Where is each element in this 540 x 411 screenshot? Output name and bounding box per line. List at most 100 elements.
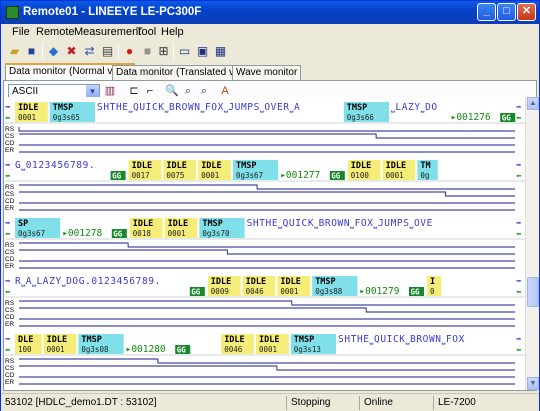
tx-data-text: SHTHE⎵QUICK⎵BROWN⎵FOX⎵JUMPS⎵OVER⎵A <box>97 102 300 113</box>
tmsp-value: 0g3s67 <box>18 229 45 238</box>
open-folder-icon[interactable]: ▰ <box>7 44 22 59</box>
tmsp-value: 0g3s13 <box>294 345 321 354</box>
scroll-thumb[interactable] <box>527 277 539 307</box>
close-button[interactable]: ✕ <box>517 3 536 21</box>
title-bar[interactable]: Remote01 - LINEEYE LE-PC300F _ □ ✕ <box>1 1 539 24</box>
stop-icon[interactable]: ■ <box>140 44 155 59</box>
record-icon[interactable]: ● <box>122 44 137 59</box>
tmsp-label: SP <box>18 219 28 229</box>
signal-line <box>19 249 515 255</box>
rx-arrow-icon: ⬅ <box>516 288 522 298</box>
signal-label-cd: CD <box>5 198 15 205</box>
signal-label-rs: RS <box>5 184 15 191</box>
idle-value: 0017 <box>132 171 150 180</box>
transfer-icon[interactable]: ⇄ <box>82 44 97 59</box>
idle-value: 0075 <box>166 171 184 180</box>
tx-arrow-icon: ➡ <box>516 161 522 171</box>
tx-arrow-icon: ➡ <box>516 219 522 229</box>
signal-line <box>19 242 515 248</box>
signal-label-cs: CS <box>5 307 15 314</box>
tx-data-text: ⎵LAZY⎵DO <box>391 102 438 113</box>
download-icon[interactable]: ▤ <box>100 44 115 59</box>
idle-label: IDLE <box>351 161 371 171</box>
signal-line <box>19 300 515 306</box>
toolbar: ▰ ■ ◆ ✖ ⇄ ▤ ● ■ ⊞ ▭ ▣ ▦ <box>1 42 539 62</box>
idle-value: 0001 <box>259 345 277 354</box>
idle-label: IDLE <box>211 277 231 287</box>
signal-label-cd: CD <box>5 314 15 321</box>
menu-tool[interactable]: Tool <box>136 26 156 38</box>
signal-label-er: ER <box>5 205 14 212</box>
signal-label-cs: CS <box>5 133 15 140</box>
signal-label-er: ER <box>5 321 14 328</box>
signal-label-er: ER <box>5 379 14 386</box>
rx-arrow-icon: ⬅ <box>516 172 522 182</box>
connect-icon[interactable]: ◆ <box>46 44 61 59</box>
menu-remote[interactable]: Remote <box>36 26 75 38</box>
tmsp-value: 0g3s65 <box>53 113 80 122</box>
disconnect-icon[interactable]: ✖ <box>64 44 79 59</box>
idle-value: 100 <box>18 345 32 354</box>
signal-label-rs: RS <box>5 300 15 307</box>
idle-label: IDLE <box>168 219 188 229</box>
status-model: LE-7200 <box>433 396 537 410</box>
tmsp-label: TMSP <box>236 161 256 171</box>
signal-label-cd: CD <box>5 140 15 147</box>
scroll-down-icon[interactable]: ▼ <box>527 377 539 390</box>
tmsp-label: TMSP <box>202 219 222 229</box>
maximize-button[interactable]: □ <box>497 3 516 21</box>
tmsp-value: 0g3s66 <box>347 113 375 122</box>
vertical-scrollbar[interactable]: ▲ ▼ <box>525 97 539 390</box>
status-connection: Online <box>359 396 429 410</box>
fcs-label: GG <box>411 288 421 297</box>
signal-label-er: ER <box>5 147 14 154</box>
frame-number: ▸001278 <box>62 228 102 239</box>
save-icon[interactable]: ■ <box>24 44 39 59</box>
tmsp-label: TMSP <box>294 335 314 345</box>
frame-number: ▸001276 <box>451 112 491 123</box>
signal-label-rs: RS <box>5 358 15 365</box>
signal-line <box>18 127 515 132</box>
signal-label-cd: CD <box>5 372 15 379</box>
fcs-label: GG <box>112 172 122 181</box>
monitor-view-icon[interactable]: ▭ <box>177 44 192 59</box>
idle-value: 0100 <box>351 171 370 180</box>
signal-label-cs: CS <box>5 365 15 372</box>
status-state: Stopping <box>286 396 356 410</box>
frame-number: ▸001279 <box>359 286 399 297</box>
signal-line <box>19 191 515 197</box>
statistics-icon[interactable]: ▦ <box>213 44 228 59</box>
idle-label: IDLE <box>133 219 153 229</box>
menu-help[interactable]: Help <box>161 26 184 38</box>
signal-label-er: ER <box>5 263 14 270</box>
tmsp-value: 0g3s88 <box>315 287 343 296</box>
menu-file[interactable]: File <box>12 26 30 38</box>
fcs-label: GG <box>331 172 341 181</box>
tmsp-value: 0g <box>420 171 429 180</box>
tmsp-label: TMSP <box>53 103 73 113</box>
code-select-value: ASCII <box>12 86 39 97</box>
tmsp-value: 0g3s70 <box>202 229 230 238</box>
tab-wave-monitor[interactable]: Wave monitor <box>232 65 302 80</box>
rx-arrow-icon: ⬅ <box>516 346 522 356</box>
signal-line <box>19 358 515 364</box>
config-icon[interactable]: ⊞ <box>156 44 171 59</box>
rx-arrow-icon: ⬅ <box>516 230 522 240</box>
minimize-button[interactable]: _ <box>477 3 496 21</box>
idle-value: 0046 <box>246 287 265 296</box>
scroll-up-icon[interactable]: ▲ <box>527 97 539 110</box>
signal-label-rs: RS <box>5 126 15 133</box>
tmsp-value: 0g3s08 <box>81 345 109 354</box>
idle-label: DLE <box>18 335 33 345</box>
signal-label-cs: CS <box>5 249 15 256</box>
idle-value: 0001 <box>386 171 404 180</box>
tx-data-text: SHTHE⎵QUICK⎵BROWN⎵FOX⎵JUMPS⎵OVE <box>247 218 433 229</box>
idle-label: I <box>430 277 435 287</box>
idle-label: IDLE <box>18 103 38 113</box>
wave-view-icon[interactable]: ▣ <box>195 44 210 59</box>
tx-arrow-icon: ➡ <box>5 219 11 229</box>
fcs-label: GG <box>191 288 201 297</box>
menu-measurement[interactable]: Measurement <box>74 26 141 38</box>
data-monitor[interactable]: ➡ ⬅ ➡ ⬅ IDLE 0001 TMSP 0g3s65 SHTHE⎵QUICK⎵BROWN⎵… <box>5 97 525 390</box>
fcs-label: GG <box>502 114 512 123</box>
